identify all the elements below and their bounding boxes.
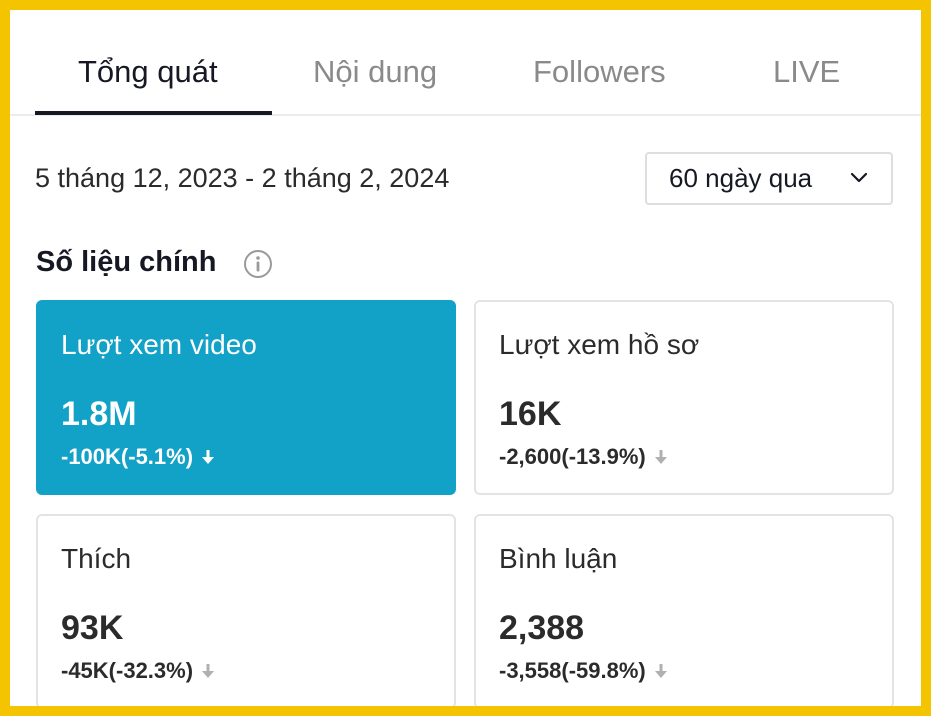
info-icon[interactable] [242,248,274,280]
metric-value: 16K [499,395,562,433]
metric-change: -100K(-5.1%) [61,444,215,470]
chevron-down-icon [850,172,868,183]
metric-label: Lượt xem video [61,329,257,360]
metric-value: 93K [61,609,124,647]
metric-change-text: -100K(-5.1%) [61,444,194,469]
tab-live[interactable]: LIVE [773,54,840,90]
metric-change: -45K(-32.3%) [61,658,215,684]
tab-content[interactable]: Nội dung [313,54,437,90]
metric-label: Lượt xem hồ sơ [499,329,700,360]
metric-label: Bình luận [499,543,618,574]
metric-change-text: -2,600(-13.9%) [499,444,646,469]
metric-card-comments[interactable]: Bình luận 2,388 -3,558(-59.8%) [474,514,894,706]
section-title: Số liệu chính [36,246,217,278]
tab-followers[interactable]: Followers [533,54,666,90]
metric-card-video-views[interactable]: Lượt xem video 1.8M -100K(-5.1%) [36,300,456,495]
metric-card-likes[interactable]: Thích 93K -45K(-32.3%) [36,514,456,706]
down-arrow-icon [654,664,667,678]
down-arrow-icon [202,664,215,678]
metric-change-text: -45K(-32.3%) [61,658,194,683]
metric-change: -3,558(-59.8%) [499,658,668,684]
period-dropdown[interactable]: 60 ngày qua [645,152,893,205]
metric-change: -2,600(-13.9%) [499,444,668,470]
metric-card-profile-views[interactable]: Lượt xem hồ sơ 16K -2,600(-13.9%) [474,300,894,495]
tab-overview[interactable]: Tổng quát [78,54,218,90]
tab-bar: Tổng quát Nội dung Followers LIVE [10,10,921,116]
down-arrow-icon [654,450,667,464]
date-range: 5 tháng 12, 2023 - 2 tháng 2, 2024 [35,163,450,193]
metric-label: Thích [61,543,132,574]
down-arrow-icon [202,450,215,464]
metric-value: 2,388 [499,609,585,647]
active-tab-indicator [35,111,272,115]
metric-change-text: -3,558(-59.8%) [499,658,646,683]
period-dropdown-value: 60 ngày qua [669,163,813,193]
analytics-panel: Tổng quát Nội dung Followers LIVE 5 thán… [10,10,921,706]
metric-value: 1.8M [61,395,137,433]
